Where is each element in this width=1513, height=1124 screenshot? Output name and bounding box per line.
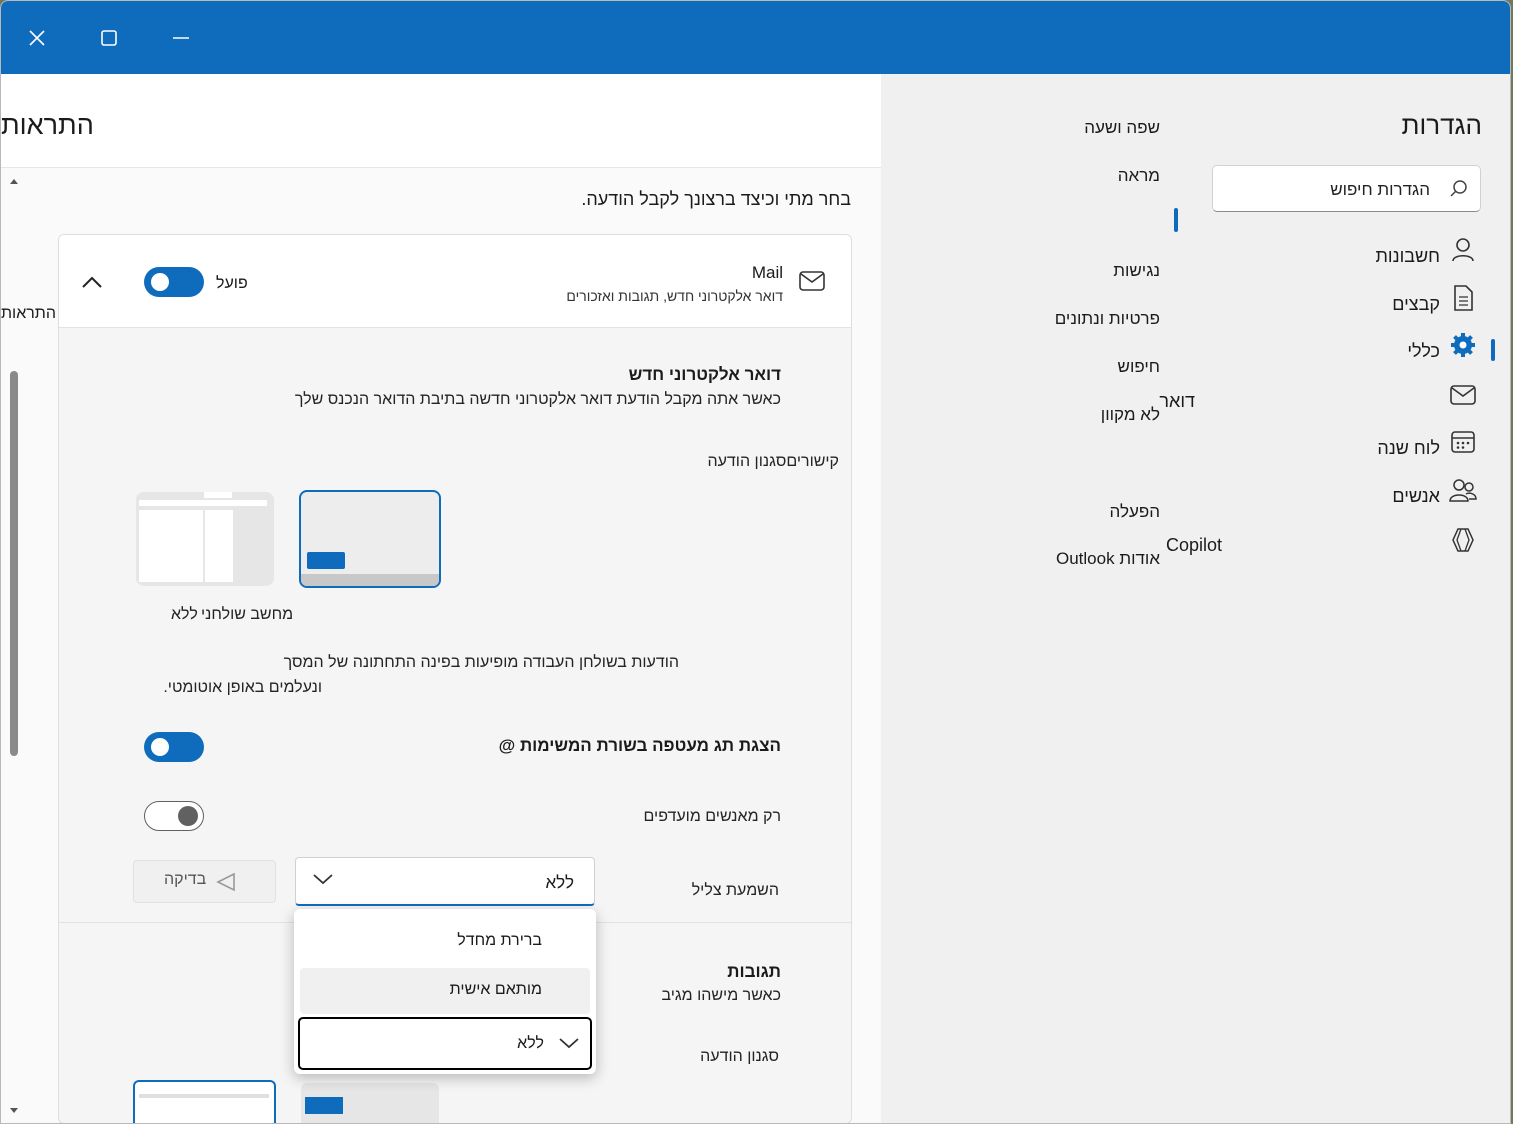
play-icon [216, 872, 235, 892]
dropdown-option-label: מותאם אישית [449, 981, 542, 998]
minimize-icon [173, 36, 189, 39]
reactions-none-style-option[interactable] [133, 1080, 276, 1123]
scroll-up-icon[interactable] [9, 177, 19, 185]
nav-item-label: אנשים [1392, 486, 1440, 506]
subnav-item-language[interactable]: שפה ושעה [1084, 118, 1160, 138]
minimize-button[interactable] [145, 1, 217, 74]
page-title: התראות [1, 110, 94, 140]
notification-style-label: קישוריםסגנון הודעה [707, 453, 839, 470]
maximize-button[interactable] [73, 1, 145, 74]
dropdown-option-selected[interactable]: ללא [298, 1017, 592, 1070]
taskbar-badge-toggle[interactable] [144, 732, 204, 762]
document-icon [1449, 284, 1477, 312]
nav-item-general[interactable]: כללי [881, 331, 1510, 371]
close-icon [29, 29, 45, 46]
nav-item-mail[interactable]: דואר [881, 381, 1510, 421]
desktop-description-line1: הודעות בשולחן העבודה מופיעות בפינה התחתו… [283, 654, 679, 671]
nav-item-label: חשבונות [1375, 246, 1440, 266]
test-sound-button[interactable]: בדיקה [133, 860, 276, 903]
subnav-item-about[interactable]: אודות Outlook [1056, 549, 1160, 569]
active-indicator [1491, 339, 1495, 361]
sound-label: השמעת צליל [691, 882, 779, 899]
app-description: דואר אלקטרוני חדש, תגובות ואזכורים [566, 288, 783, 304]
subnav-item-offline[interactable]: לא מקוון [1101, 405, 1160, 425]
mail-card-header[interactable]: Mail דואר אלקטרוני חדש, תגובות ואזכורים … [59, 235, 851, 328]
section-anchor-label: התראות [1, 305, 56, 322]
desktop-option-label: מחשב שולחני [201, 606, 294, 623]
dropdown-option-label: ללא [517, 1035, 544, 1052]
sound-dropdown-list: ברירת מחדל מותאם אישית ללא [294, 909, 596, 1074]
scroll-thumb[interactable] [10, 371, 18, 756]
nav-item-accounts[interactable]: חשבונות [881, 236, 1510, 276]
dropdown-option[interactable]: ברירת מחדל [300, 919, 590, 965]
nav-item-files[interactable]: קבצים [881, 284, 1510, 324]
reactions-style-label: סגנון הודעה [700, 1048, 779, 1065]
vip-only-toggle[interactable] [144, 801, 204, 831]
taskbar-badge-label: הצגת תג מעטפה בשורת המשימות @ [498, 736, 781, 755]
settings-window: התראות התראות בחר מתי וכיצד ברצונך לקבל … [0, 0, 1511, 1124]
desktop-description-line2: ונעלמים באופן אוטומטי. [163, 679, 322, 696]
search-placeholder: הגדרות חיפוש [1330, 180, 1430, 199]
reactions-description: כאשר מישהו מגיב [661, 987, 781, 1004]
nav-item-calendar[interactable]: לוח שנה [881, 428, 1510, 468]
subnav-item-appearance[interactable]: מראה [1118, 166, 1160, 186]
settings-nav-pane: הגדרות הגדרות חיפוש חשבונות קבצים כללי ד… [881, 74, 1510, 1123]
settings-search-input[interactable]: הגדרות חיפוש [1212, 165, 1481, 212]
mail-notifications-toggle[interactable] [144, 267, 204, 297]
intro-text: בחר מתי וכיצד ברצונך לקבל הודעה. [581, 189, 851, 209]
people-icon [1449, 476, 1477, 504]
sound-dropdown[interactable]: ללא [295, 857, 595, 906]
title-bar [1, 1, 1510, 74]
reactions-title: תגובות [727, 962, 781, 981]
nav-item-label: לוח שנה [1377, 438, 1440, 458]
new-mail-description: כאשר אתה מקבל הודעת דואר אלקטרוני חדשה ב… [294, 391, 781, 408]
toggle-state-label: פועל [216, 275, 248, 292]
dropdown-option-label: ברירת מחדל [457, 932, 542, 949]
copilot-icon [1449, 526, 1477, 554]
app-name: Mail [751, 263, 783, 282]
nav-item-label: כללי [1407, 341, 1440, 361]
sound-dropdown-value: ללא [545, 873, 574, 892]
subnav-item-privacy[interactable]: פרטיות ונתונים [1055, 309, 1160, 329]
none-option-label: ללא [171, 606, 198, 623]
maximize-icon [101, 29, 117, 46]
mail-icon [1449, 381, 1477, 409]
search-icon [1450, 180, 1467, 197]
none-style-option[interactable] [136, 492, 274, 586]
subnav-item-search[interactable]: חיפוש [1118, 357, 1160, 377]
settings-title: הגדרות [1401, 110, 1483, 140]
calendar-icon [1449, 428, 1477, 456]
subnav-item-activation[interactable]: הפעלה [1110, 502, 1160, 522]
banner-style-option[interactable] [299, 490, 441, 588]
subnav-item-accessibility[interactable]: נגישות [1113, 261, 1160, 281]
test-sound-label: בדיקה [164, 871, 207, 888]
page-header: התראות [1, 74, 881, 168]
chevron-down-icon [313, 874, 333, 885]
collapse-button[interactable] [77, 267, 107, 297]
reactions-banner-style-option[interactable] [301, 1083, 439, 1123]
new-mail-title: דואר אלקטרוני חדש [628, 365, 781, 384]
close-button[interactable] [1, 1, 73, 74]
nav-item-label: דואר [1159, 391, 1195, 411]
dropdown-option[interactable]: מותאם אישית [300, 968, 590, 1014]
vip-only-label: רק מאנשים מועדפים [643, 808, 781, 825]
nav-item-people[interactable]: אנשים [881, 476, 1510, 516]
scroll-down-icon[interactable] [9, 1107, 19, 1115]
nav-item-copilot[interactable]: Copilot [881, 526, 1510, 566]
gear-icon [1449, 331, 1477, 359]
nav-item-label: Copilot [1165, 535, 1222, 555]
nav-item-label: קבצים [1392, 294, 1440, 314]
person-icon [1449, 236, 1477, 264]
chevron-down-icon [559, 1038, 579, 1049]
mail-icon [799, 271, 825, 296]
subnav-active-indicator [1174, 208, 1178, 232]
chevron-up-icon [82, 276, 102, 288]
